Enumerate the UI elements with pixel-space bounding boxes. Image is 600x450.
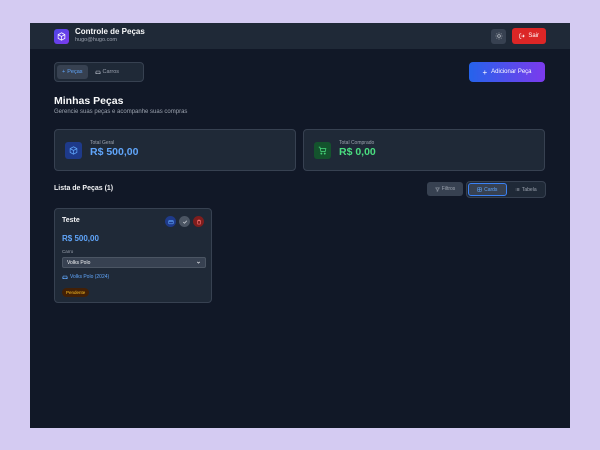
view-table-label: Tabela [521, 186, 537, 193]
edit-icon [167, 219, 174, 224]
car-select-value: Volks Polo [67, 259, 91, 266]
stat-value: R$ 500,00 [90, 146, 139, 159]
tab-pecas-label: Peças [67, 69, 83, 75]
top-header: Controle de Peças hugo@hugo.com Sair [30, 23, 570, 49]
theme-toggle-button[interactable] [491, 28, 507, 44]
grid-icon [477, 187, 482, 192]
logout-button[interactable]: Sair [512, 28, 546, 44]
car-icon [62, 275, 68, 279]
part-price: R$ 500,00 [62, 234, 99, 243]
view-cards-label: Cards [484, 186, 498, 193]
filters-button[interactable]: Filtros [427, 182, 463, 196]
edit-button[interactable] [165, 216, 176, 227]
plus-icon: + [482, 67, 488, 77]
filters-label: Filtros [441, 186, 456, 192]
car-link-label: Volks Polo (2024) [70, 274, 110, 280]
brand: Controle de Peças hugo@hugo.com [75, 28, 145, 44]
logout-icon [519, 33, 526, 39]
filter-icon [434, 187, 440, 192]
stat-value: R$ 0,00 [339, 146, 376, 159]
delete-button[interactable] [193, 216, 204, 227]
view-toggle: Cards Tabela [466, 181, 546, 198]
package-icon [65, 141, 82, 159]
add-part-label: Adicionar Peça [491, 69, 532, 75]
page-subtitle: Gerencie suas peças e acompanhe suas com… [54, 109, 188, 115]
mark-purchased-button[interactable] [179, 216, 190, 227]
add-part-button[interactable]: + Adicionar Peça [469, 62, 545, 82]
chevron-down-icon [197, 261, 200, 264]
app-title: Controle de Peças [75, 27, 145, 37]
car-select-label: Carro [62, 249, 74, 254]
trash-icon [196, 219, 201, 224]
part-card: Teste R$ 500,00 Carro Volks Polo Volks P… [54, 208, 212, 303]
user-email: hugo@hugo.com [75, 37, 117, 44]
page-title: Minhas Peças [54, 95, 124, 107]
cart-icon [314, 141, 331, 159]
car-select[interactable]: Volks Polo [62, 257, 206, 268]
car-icon [94, 70, 101, 74]
logout-label: Sair [528, 33, 539, 39]
plus-icon: + [62, 69, 66, 75]
car-link[interactable]: Volks Polo (2024) [62, 274, 109, 280]
stat-total-comprado: Total Comprado R$ 0,00 [303, 129, 545, 171]
app-logo-icon [54, 28, 69, 44]
tab-carros[interactable]: Carros [90, 65, 125, 79]
tab-pecas[interactable]: + Peças [57, 65, 88, 79]
check-icon [182, 219, 187, 224]
tab-carros-label: Carros [102, 69, 120, 75]
status-badge: Pendente [62, 288, 90, 297]
list-icon [515, 187, 520, 192]
view-cards-button[interactable]: Cards [468, 183, 507, 196]
sun-icon [495, 32, 503, 40]
stat-total-geral: Total Geral R$ 500,00 [54, 129, 296, 171]
list-title: Lista de Peças (1) [54, 185, 114, 192]
view-table-button[interactable]: Tabela [508, 183, 545, 196]
main-nav-tabs: + Peças Carros [54, 62, 144, 82]
app-window: Controle de Peças hugo@hugo.com Sair + P… [30, 23, 570, 428]
part-title: Teste [62, 217, 80, 224]
